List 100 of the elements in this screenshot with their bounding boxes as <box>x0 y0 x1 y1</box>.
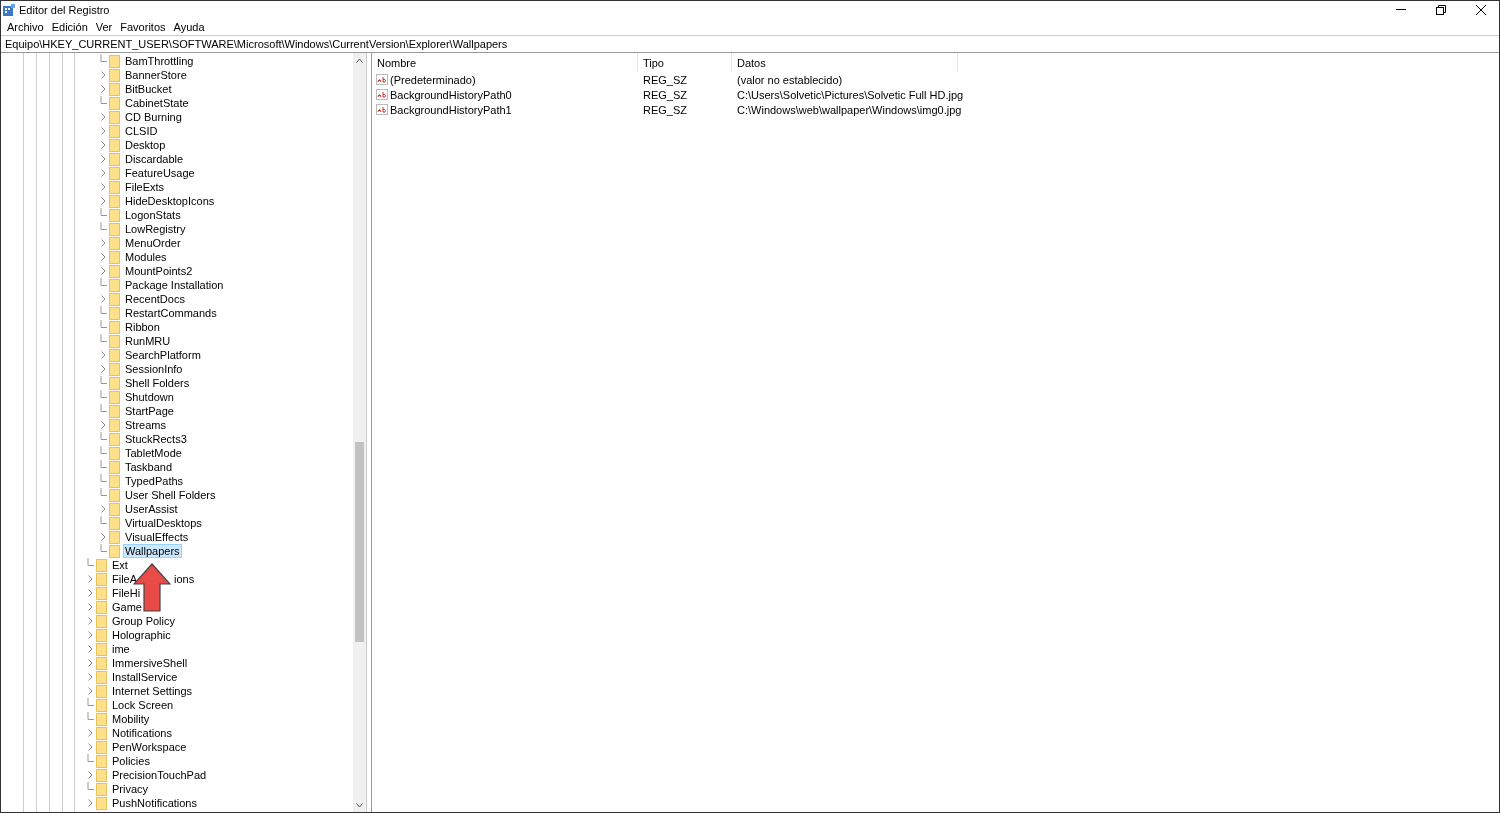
column-header[interactable]: Nombre <box>372 53 638 72</box>
tree-item[interactable]: HideDesktopIcons <box>124 195 216 207</box>
tree-item[interactable]: VirtualDesktops <box>124 517 203 529</box>
tree-item[interactable]: Shell Folders <box>124 377 191 389</box>
address-bar[interactable]: Equipo\HKEY_CURRENT_USER\SOFTWARE\Microsoft\Windows\CurrentVersion\Explorer\Wallpapers <box>1 35 1499 53</box>
tree-item[interactable]: BannerStore <box>124 69 188 81</box>
chevron-icon[interactable] <box>87 617 93 625</box>
tree-item[interactable]: Shutdown <box>124 391 175 403</box>
value-name[interactable]: BackgroundHistoryPath1 <box>390 103 512 116</box>
scroll-up-icon[interactable] <box>356 57 363 63</box>
tree-item[interactable]: StartPage <box>124 405 175 417</box>
chevron-icon[interactable] <box>87 729 93 737</box>
menu-item[interactable]: Ayuda <box>169 20 209 33</box>
chevron-icon[interactable] <box>87 771 93 779</box>
tree-item[interactable]: LowRegistry <box>124 223 187 235</box>
chevron-icon[interactable] <box>100 127 106 135</box>
tree-item[interactable]: BamThrottling <box>124 55 195 67</box>
tree-item[interactable]: CD Burning <box>124 111 183 123</box>
chevron-icon[interactable] <box>100 155 106 163</box>
tree-item[interactable]: StuckRects3 <box>124 433 188 445</box>
tree-item[interactable]: MountPoints2 <box>124 265 194 277</box>
tree-item[interactable]: InstallService <box>111 671 179 683</box>
column-header[interactable]: Tipo <box>638 53 732 72</box>
tree-item[interactable]: TabletMode <box>124 447 183 459</box>
chevron-icon[interactable] <box>100 71 106 79</box>
tree-item[interactable]: CabinetState <box>124 97 190 109</box>
chevron-icon[interactable] <box>87 631 93 639</box>
tree-item[interactable]: Modules <box>124 251 168 263</box>
chevron-icon[interactable] <box>87 799 93 807</box>
tree-item[interactable]: Streams <box>124 419 167 431</box>
chevron-icon[interactable] <box>100 239 106 247</box>
tree-item[interactable]: Game <box>111 601 143 613</box>
chevron-icon[interactable] <box>100 365 106 373</box>
tree-item[interactable]: RecentDocs <box>124 293 186 305</box>
chevron-icon[interactable] <box>100 253 106 261</box>
chevron-icon[interactable] <box>87 743 93 751</box>
chevron-icon[interactable] <box>100 421 106 429</box>
tree-item[interactable]: VisualEffects <box>124 531 190 543</box>
tree-item[interactable]: Package Installation <box>124 279 225 291</box>
menu-item[interactable]: Edición <box>47 20 92 33</box>
scroll-down-icon[interactable] <box>356 802 363 808</box>
tree-item[interactable]: Privacy <box>111 783 150 795</box>
chevron-icon[interactable] <box>100 533 106 541</box>
tree-item[interactable]: FileA <box>111 573 139 585</box>
tree-item[interactable]: FileExts <box>124 181 166 193</box>
tree-item[interactable]: Notifications <box>111 727 173 739</box>
chevron-icon[interactable] <box>100 295 106 303</box>
tree-item[interactable]: User Shell Folders <box>124 489 217 501</box>
close-icon[interactable] <box>1476 4 1486 15</box>
tree-item[interactable]: Ext <box>111 559 129 571</box>
tree-item[interactable]: SearchPlatform <box>124 349 202 361</box>
tree-item[interactable]: PenWorkspace <box>111 741 188 753</box>
chevron-icon[interactable] <box>100 351 106 359</box>
tree-item[interactable]: Policies <box>111 755 151 767</box>
tree-item[interactable]: Desktop <box>124 139 167 151</box>
tree-item[interactable]: Lock Screen <box>111 699 175 711</box>
tree-item[interactable]: PrecisionTouchPad <box>111 769 208 781</box>
tree-item[interactable]: Mobility <box>111 713 151 725</box>
menu-item[interactable]: Archivo <box>3 20 48 33</box>
tree-item[interactable]: Ribbon <box>124 321 161 333</box>
tree-item[interactable]: FileHi <box>111 587 142 599</box>
chevron-icon[interactable] <box>100 169 106 177</box>
tree-item[interactable]: Group Policy <box>111 615 176 627</box>
chevron-icon[interactable] <box>87 645 93 653</box>
tree-item[interactable]: PushNotifications <box>111 797 198 809</box>
tree-item[interactable]: Discardable <box>124 153 185 165</box>
restore-icon[interactable] <box>1436 4 1446 15</box>
tree-item[interactable]: RunMRU <box>124 335 172 347</box>
menu-item[interactable]: Favoritos <box>116 20 170 33</box>
tree-item[interactable]: Wallpapers <box>124 545 181 557</box>
tree-item[interactable]: LogonStats <box>124 209 182 221</box>
tree-item[interactable]: TypedPaths <box>124 475 185 487</box>
tree-item[interactable]: Taskband <box>124 461 174 473</box>
value-name[interactable]: BackgroundHistoryPath0 <box>390 88 512 101</box>
chevron-icon[interactable] <box>100 267 106 275</box>
chevron-icon[interactable] <box>100 113 106 121</box>
chevron-icon[interactable] <box>87 673 93 681</box>
value-name[interactable]: (Predeterminado) <box>390 73 476 86</box>
scrollbar-thumb[interactable] <box>355 442 364 642</box>
tree-item[interactable]: FeatureUsage <box>124 167 196 179</box>
chevron-icon[interactable] <box>100 183 106 191</box>
tree-item[interactable]: Internet Settings <box>111 685 194 697</box>
tree-item[interactable]: BitBucket <box>124 83 173 95</box>
chevron-icon[interactable] <box>100 141 106 149</box>
column-header[interactable]: Datos <box>732 53 958 72</box>
chevron-icon[interactable] <box>100 505 106 513</box>
tree-item[interactable]: MenuOrder <box>124 237 182 249</box>
tree-item[interactable]: UserAssist <box>124 503 179 515</box>
tree-item[interactable]: ImmersiveShell <box>111 657 189 669</box>
tree-item[interactable]: CLSID <box>124 125 159 137</box>
menu-item[interactable]: Ver <box>91 20 117 33</box>
chevron-icon[interactable] <box>87 659 93 667</box>
tree-item[interactable]: RestartCommands <box>124 307 218 319</box>
chevron-icon[interactable] <box>87 687 93 695</box>
chevron-icon[interactable] <box>87 589 93 597</box>
chevron-icon[interactable] <box>87 603 93 611</box>
scrollbar[interactable] <box>353 53 366 812</box>
chevron-icon[interactable] <box>100 197 106 205</box>
tree-item[interactable]: ime <box>111 643 131 655</box>
chevron-icon[interactable] <box>87 575 93 583</box>
